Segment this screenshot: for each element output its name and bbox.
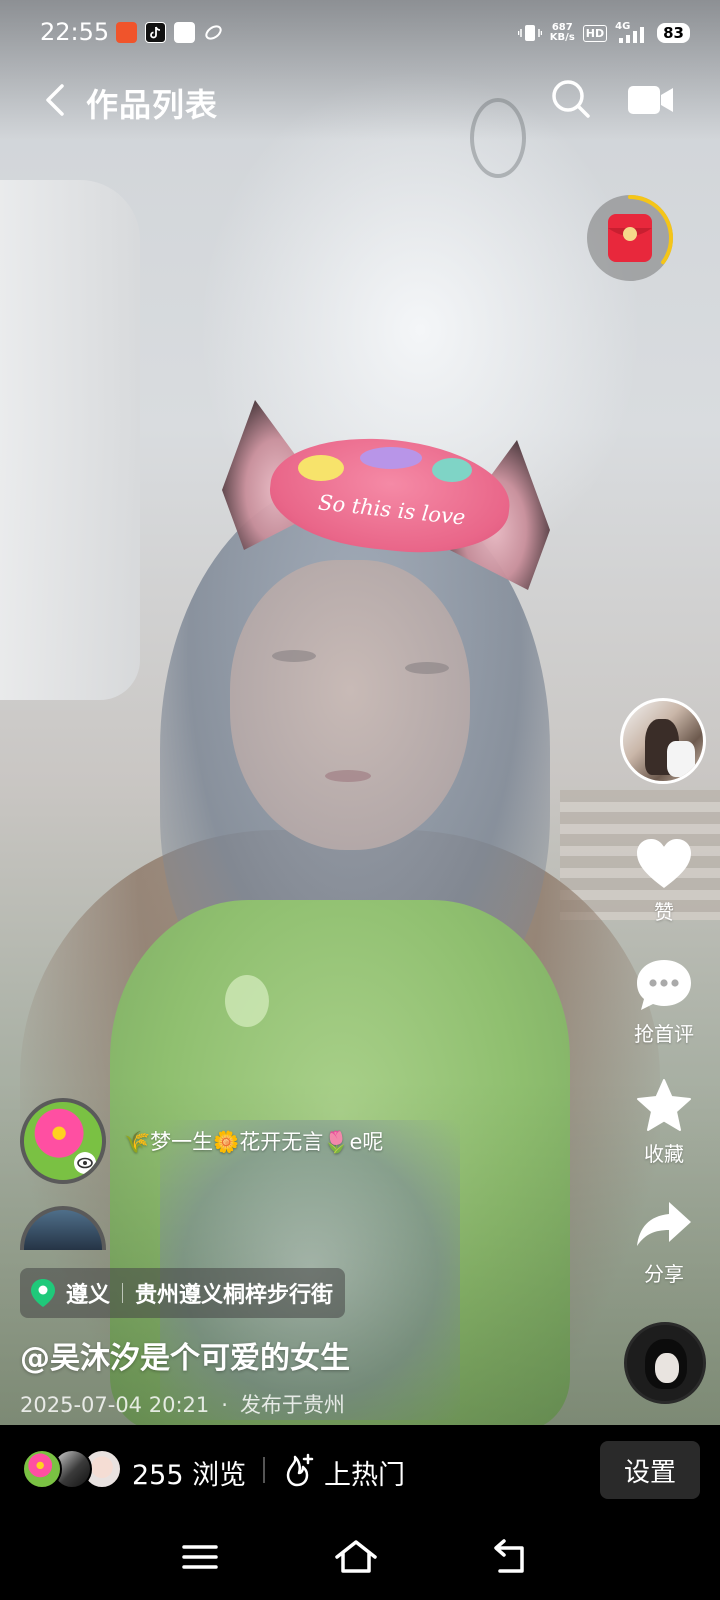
comment-label: 抢首评 xyxy=(634,1022,694,1046)
comment-item[interactable] xyxy=(20,1206,124,1250)
location-place: 贵州遵义桐梓步行街 xyxy=(135,1283,334,1308)
comment-item[interactable]: 🌾梦一生🌼花开无言🌷e呢 xyxy=(20,1098,383,1184)
back-button[interactable] xyxy=(36,78,80,122)
music-disc[interactable] xyxy=(624,1322,706,1404)
status-indicators: 687 KB/s HD 4G 83 xyxy=(517,20,690,46)
share-button[interactable]: 分享 xyxy=(624,1198,704,1287)
status-bar: 22:55 687 KB/s HD 4G 83 xyxy=(0,0,720,64)
red-packet-button[interactable] xyxy=(584,192,676,284)
location-chip[interactable]: 遵义 贵州遵义桐梓步行街 xyxy=(20,1268,346,1318)
link-notification-icon xyxy=(203,22,224,43)
bottom-bar: 255 浏览 上热门 设置 xyxy=(0,1425,720,1515)
bottom-divider xyxy=(263,1457,265,1483)
video-subject-eye xyxy=(272,650,316,662)
author-avatar[interactable] xyxy=(620,698,706,784)
video-beret-badge xyxy=(432,458,472,482)
vibrate-icon xyxy=(517,25,542,41)
tiktok-notification-icon xyxy=(145,22,166,43)
heart-icon xyxy=(637,839,691,888)
camera-button[interactable] xyxy=(628,84,674,116)
star-icon xyxy=(637,1079,691,1131)
viewer-avatar[interactable] xyxy=(22,1449,62,1489)
app-notification-icon xyxy=(116,22,137,43)
video-beret-badge xyxy=(360,447,422,469)
red-envelope-icon xyxy=(587,195,673,281)
home-icon xyxy=(335,1540,377,1573)
promote-label[interactable]: 上热门 xyxy=(324,1453,405,1492)
location-divider xyxy=(122,1283,124,1303)
like-label: 赞 xyxy=(654,900,674,924)
video-description[interactable]: @吴沐汐是个可爱的女生 xyxy=(20,1333,350,1377)
post-date: 2025-07-04 20:21 xyxy=(20,1393,210,1417)
meta-separator: · xyxy=(221,1393,228,1417)
video-subject-face xyxy=(230,560,470,850)
message-notification-icon xyxy=(174,22,195,43)
post-meta: 2025-07-04 20:21 · 发布于贵州 xyxy=(20,1389,345,1419)
menu-icon xyxy=(182,1545,218,1569)
chevron-left-icon xyxy=(46,84,64,116)
video-subject-eye xyxy=(405,662,449,674)
eye-icon xyxy=(74,1152,96,1174)
system-back-button[interactable] xyxy=(490,1537,534,1577)
favorite-button[interactable]: 收藏 xyxy=(624,1078,704,1167)
promote-button[interactable] xyxy=(282,1453,314,1487)
video-subject-mouth xyxy=(325,770,371,782)
recent-apps-button[interactable] xyxy=(178,1537,222,1577)
comment-bubble-icon xyxy=(637,960,691,1010)
location-pin-icon xyxy=(31,1279,55,1307)
favorite-label: 收藏 xyxy=(644,1142,684,1166)
signal-icon: 4G xyxy=(615,21,649,45)
comment-text: 🌾梦一生🌼花开无言🌷e呢 xyxy=(124,1130,384,1154)
commenter-avatar[interactable] xyxy=(20,1206,106,1250)
settings-button[interactable]: 设置 xyxy=(600,1441,700,1499)
comment-button[interactable]: 抢首评 xyxy=(624,958,704,1047)
share-label: 分享 xyxy=(644,1262,684,1286)
battery-indicator: 83 xyxy=(657,23,690,43)
status-time: 22:55 xyxy=(40,18,110,46)
home-button[interactable] xyxy=(334,1537,378,1577)
music-disc-cover xyxy=(655,1353,679,1383)
views-count[interactable]: 255 浏览 xyxy=(132,1453,246,1492)
video-subject-shirt-mark xyxy=(225,975,269,1027)
like-button[interactable]: 赞 xyxy=(624,838,704,925)
back-arrow-icon xyxy=(494,1539,524,1573)
location-city: 遵义 xyxy=(66,1283,111,1308)
search-icon xyxy=(552,80,590,118)
post-location: 发布于贵州 xyxy=(239,1393,345,1417)
search-button[interactable] xyxy=(550,78,592,120)
net-speed: 687 KB/s xyxy=(549,22,575,43)
commenter-avatar[interactable] xyxy=(20,1098,106,1184)
flame-plus-icon xyxy=(286,1453,314,1487)
hd-badge: HD xyxy=(582,24,608,42)
avatar-figure xyxy=(667,741,695,777)
video-beret-badge xyxy=(298,455,344,481)
video-camera-icon xyxy=(628,86,673,114)
system-nav-bar xyxy=(0,1515,720,1600)
page-title: 作品列表 xyxy=(86,86,219,124)
share-arrow-icon xyxy=(637,1202,691,1246)
video-bg-wall xyxy=(0,180,140,700)
